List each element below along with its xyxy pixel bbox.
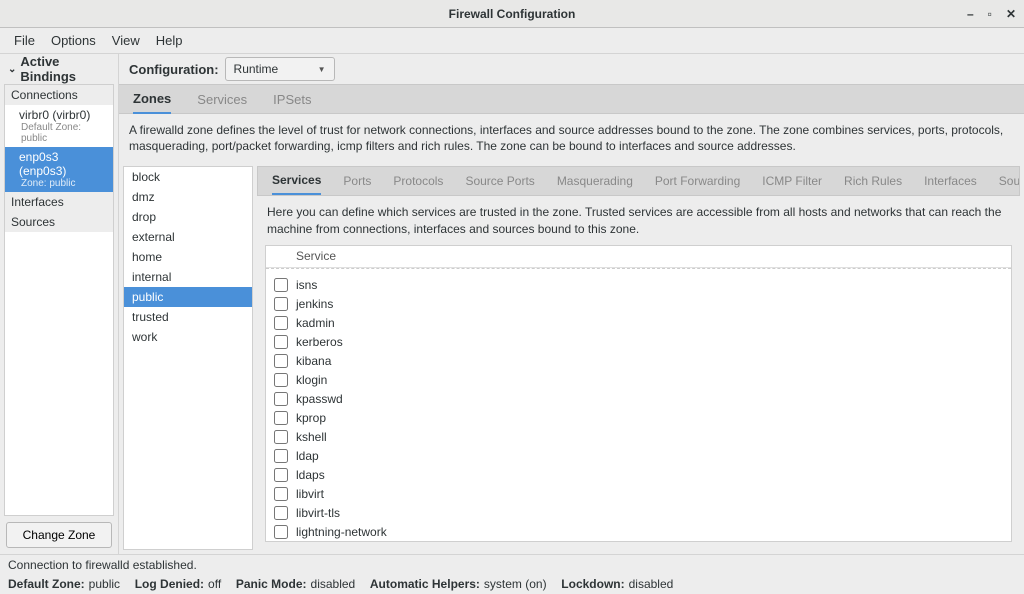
service-row[interactable]: kadmin bbox=[266, 314, 1011, 333]
service-name: kerberos bbox=[292, 335, 343, 349]
top-tabs: Zones Services IPSets bbox=[119, 84, 1024, 114]
menubar: File Options View Help bbox=[0, 28, 1024, 54]
services-description: Here you can define which services are t… bbox=[257, 196, 1020, 244]
service-checkbox[interactable] bbox=[274, 354, 288, 368]
service-name: isns bbox=[292, 278, 317, 292]
detail-tab-source-ports[interactable]: Source Ports bbox=[465, 168, 534, 194]
service-name: libvirt-tls bbox=[292, 506, 340, 520]
dropdown-icon: ▼ bbox=[318, 65, 326, 74]
service-row[interactable]: kerberos bbox=[266, 333, 1011, 352]
sidebar-section-connections: Connections bbox=[5, 85, 113, 105]
service-name: kadmin bbox=[292, 316, 335, 330]
service-table: Service isns jenkins kadmin kerberos kibana k… bbox=[265, 245, 1012, 542]
service-checkbox[interactable] bbox=[274, 525, 288, 539]
service-row[interactable]: ldaps bbox=[266, 466, 1011, 485]
service-row[interactable]: libvirt bbox=[266, 485, 1011, 504]
config-select[interactable]: Runtime ▼ bbox=[225, 57, 335, 81]
service-name: kibana bbox=[292, 354, 331, 368]
sidebar-header[interactable]: ⌄ Active Bindings bbox=[0, 54, 118, 84]
service-name: kpasswd bbox=[292, 392, 343, 406]
menu-help[interactable]: Help bbox=[148, 29, 191, 52]
service-checkbox[interactable] bbox=[274, 278, 288, 292]
titlebar: Firewall Configuration – ▫ ✕ bbox=[0, 0, 1024, 28]
window-title: Firewall Configuration bbox=[449, 7, 576, 21]
zone-item-trusted[interactable]: trusted bbox=[124, 307, 252, 327]
service-row[interactable]: klogin bbox=[266, 371, 1011, 390]
service-checkbox[interactable] bbox=[274, 411, 288, 425]
zone-item-dmz[interactable]: dmz bbox=[124, 187, 252, 207]
connection-row[interactable]: enp0s3 (enp0s3) Zone: public bbox=[5, 147, 113, 192]
service-checkbox[interactable] bbox=[274, 335, 288, 349]
service-checkbox[interactable] bbox=[274, 316, 288, 330]
service-checkbox[interactable] bbox=[274, 468, 288, 482]
config-label: Configuration: bbox=[129, 62, 219, 77]
menu-options[interactable]: Options bbox=[43, 29, 104, 52]
service-name: ldap bbox=[292, 449, 319, 463]
detail-tab-sources[interactable]: Sources bbox=[999, 168, 1020, 194]
service-checkbox[interactable] bbox=[274, 430, 288, 444]
menu-view[interactable]: View bbox=[104, 29, 148, 52]
service-row[interactable]: lightning-network bbox=[266, 523, 1011, 541]
zone-item-block[interactable]: block bbox=[124, 167, 252, 187]
change-zone-button[interactable]: Change Zone bbox=[6, 522, 112, 548]
zone-item-external[interactable]: external bbox=[124, 227, 252, 247]
service-name: ldaps bbox=[292, 468, 325, 482]
zone-item-home[interactable]: home bbox=[124, 247, 252, 267]
detail-tab-masquerading[interactable]: Masquerading bbox=[557, 168, 633, 194]
service-checkbox[interactable] bbox=[274, 449, 288, 463]
detail-tab-interfaces[interactable]: Interfaces bbox=[924, 168, 977, 194]
service-row[interactable]: jenkins bbox=[266, 295, 1011, 314]
minimize-icon[interactable]: – bbox=[967, 7, 974, 21]
service-row[interactable]: isns bbox=[266, 276, 1011, 295]
zone-description: A firewalld zone defines the level of tr… bbox=[119, 114, 1024, 162]
service-row[interactable]: kprop bbox=[266, 409, 1011, 428]
service-row[interactable]: kpasswd bbox=[266, 390, 1011, 409]
service-row[interactable]: kshell bbox=[266, 428, 1011, 447]
partial-row-top bbox=[266, 268, 1011, 276]
zone-item-internal[interactable]: internal bbox=[124, 267, 252, 287]
detail-tab-icmp-filter[interactable]: ICMP Filter bbox=[762, 168, 822, 194]
service-name: jenkins bbox=[292, 297, 333, 311]
service-name: lightning-network bbox=[292, 525, 387, 539]
zone-item-drop[interactable]: drop bbox=[124, 207, 252, 227]
service-row[interactable]: ldap bbox=[266, 447, 1011, 466]
detail-tab-port-forwarding[interactable]: Port Forwarding bbox=[655, 168, 740, 194]
sidebar: ⌄ Active Bindings Connections virbr0 (vi… bbox=[0, 54, 119, 554]
service-checkbox[interactable] bbox=[274, 506, 288, 520]
connection-row[interactable]: virbr0 (virbr0) Default Zone: public bbox=[5, 105, 113, 147]
zone-item-work[interactable]: work bbox=[124, 327, 252, 347]
config-bar: Configuration: Runtime ▼ bbox=[119, 54, 1024, 84]
sidebar-section-interfaces: Interfaces bbox=[5, 192, 113, 212]
service-checkbox[interactable] bbox=[274, 487, 288, 501]
service-checkbox[interactable] bbox=[274, 392, 288, 406]
detail-tab-services[interactable]: Services bbox=[272, 167, 321, 196]
sidebar-section-sources: Sources bbox=[5, 212, 113, 232]
close-icon[interactable]: ✕ bbox=[1006, 7, 1016, 21]
tab-ipsets[interactable]: IPSets bbox=[273, 86, 311, 113]
detail-tabs: Services Ports Protocols Source Ports Masque… bbox=[257, 166, 1020, 196]
tab-zones[interactable]: Zones bbox=[133, 85, 171, 115]
status-connection: Connection to firewalld established. bbox=[0, 554, 1024, 574]
zone-item-public[interactable]: public bbox=[124, 287, 252, 307]
maximize-icon[interactable]: ▫ bbox=[988, 7, 992, 21]
menu-file[interactable]: File bbox=[6, 29, 43, 52]
service-checkbox[interactable] bbox=[274, 373, 288, 387]
detail-tab-ports[interactable]: Ports bbox=[343, 168, 371, 194]
detail-tab-rich-rules[interactable]: Rich Rules bbox=[844, 168, 902, 194]
service-name: kshell bbox=[292, 430, 327, 444]
zone-list[interactable]: blockdmzdropexternalhomeinternalpublictr… bbox=[123, 166, 253, 550]
service-row[interactable]: kibana bbox=[266, 352, 1011, 371]
status-bar: Default Zone:public Log Denied:off Panic… bbox=[0, 574, 1024, 594]
detail-tab-protocols[interactable]: Protocols bbox=[393, 168, 443, 194]
service-checkbox[interactable] bbox=[274, 297, 288, 311]
service-row[interactable]: libvirt-tls bbox=[266, 504, 1011, 523]
service-name: kprop bbox=[292, 411, 326, 425]
service-name: libvirt bbox=[292, 487, 324, 501]
chevron-down-icon: ⌄ bbox=[8, 64, 16, 75]
service-name: klogin bbox=[292, 373, 327, 387]
service-header-label: Service bbox=[292, 249, 336, 263]
tab-services[interactable]: Services bbox=[197, 86, 247, 113]
